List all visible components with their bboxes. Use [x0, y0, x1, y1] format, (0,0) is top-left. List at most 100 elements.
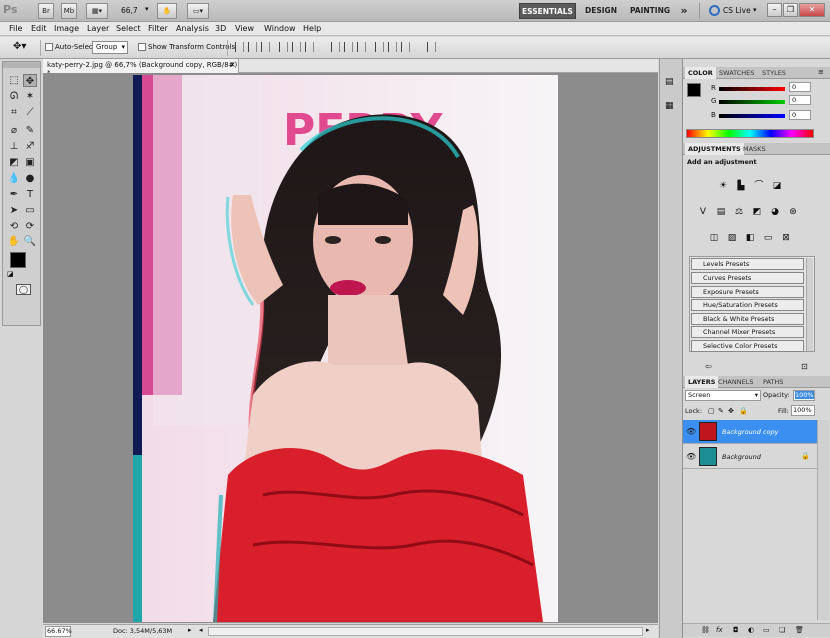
group-icon[interactable]: ▭: [763, 626, 770, 634]
posterize-icon[interactable]: ▨: [725, 232, 739, 244]
auto-align-icon[interactable]: [427, 42, 436, 52]
lock-all-icon[interactable]: 🔒: [739, 407, 748, 415]
threshold-icon[interactable]: ◧: [743, 232, 757, 244]
channel-b-input[interactable]: 0: [789, 110, 811, 120]
blend-mode-select[interactable]: Screen ▾: [685, 390, 761, 401]
exposure-icon[interactable]: ◪: [770, 180, 784, 192]
channel-mixer-icon[interactable]: ⊛: [786, 206, 800, 218]
lock-position-icon[interactable]: ✥: [728, 407, 734, 415]
3d-orbit-tool-icon[interactable]: ⟳: [23, 220, 37, 233]
hand-tool-button[interactable]: ✋: [157, 3, 177, 19]
dodge-tool-icon[interactable]: ●: [23, 172, 37, 185]
vibrance-icon[interactable]: V: [696, 206, 710, 218]
show-transform-checkbox[interactable]: [138, 43, 146, 51]
distribute-left-icon[interactable]: [375, 42, 384, 52]
mini-bridge-button[interactable]: Mb: [61, 3, 77, 19]
gradient-map-icon[interactable]: ▭: [761, 232, 775, 244]
brush-tool-icon[interactable]: ✎: [23, 124, 37, 137]
healing-brush-tool-icon[interactable]: ⌀: [7, 124, 21, 137]
preset-hue-saturation[interactable]: Hue/Saturation Presets: [691, 299, 804, 311]
tab-channels[interactable]: CHANNELS: [715, 376, 756, 388]
more-workspaces-button[interactable]: »: [677, 3, 691, 19]
lock-transparent-icon[interactable]: ▢: [708, 407, 715, 415]
zoom-tool-icon[interactable]: 🔍: [23, 235, 37, 248]
color-balance-icon[interactable]: ⚖: [732, 206, 746, 218]
align-left-icon[interactable]: [279, 42, 288, 52]
close-tab-icon[interactable]: ×: [229, 60, 236, 69]
tab-styles[interactable]: STYLES: [759, 67, 789, 79]
gradient-tool-icon[interactable]: ▣: [23, 156, 37, 169]
tab-adjustments[interactable]: ADJUSTMENTS: [685, 143, 744, 155]
menu-3d[interactable]: 3D: [215, 22, 226, 36]
workspace-essentials[interactable]: ESSENTIALS: [519, 3, 576, 19]
menu-filter[interactable]: Filter: [148, 22, 168, 36]
delete-layer-icon[interactable]: 🗑: [795, 626, 804, 634]
menu-window[interactable]: Window: [264, 22, 296, 36]
blur-tool-icon[interactable]: 💧: [7, 172, 21, 185]
tools-panel-header[interactable]: [3, 62, 40, 68]
tab-layers[interactable]: LAYERS: [685, 376, 719, 388]
tab-swatches[interactable]: SWATCHES: [716, 67, 757, 79]
type-tool-icon[interactable]: T: [23, 188, 37, 201]
close-button[interactable]: ✕: [799, 3, 825, 17]
align-hcenter-icon[interactable]: [292, 42, 301, 52]
align-vcenter-icon[interactable]: [248, 42, 257, 52]
preset-channel-mixer[interactable]: Channel Mixer Presets: [691, 326, 804, 338]
eye-icon[interactable]: 👁: [686, 427, 696, 436]
zoom-status-field[interactable]: 66.67%: [45, 626, 72, 637]
actions-panel-icon[interactable]: ▦: [665, 101, 677, 113]
arrange-documents-button[interactable]: ▭▾: [187, 3, 209, 19]
preset-selective-color[interactable]: Selective Color Presets: [691, 340, 804, 352]
tab-paths[interactable]: PATHS: [760, 376, 786, 388]
distribute-bottom-icon[interactable]: [357, 42, 366, 52]
layers-scrollbar[interactable]: [817, 420, 829, 620]
menu-view[interactable]: View: [235, 22, 254, 36]
layer-name[interactable]: Background: [722, 453, 761, 461]
black-white-icon[interactable]: ◩: [750, 206, 764, 218]
horizontal-scrollbar[interactable]: [208, 627, 643, 636]
foreground-color-chip[interactable]: [687, 83, 701, 97]
align-right-icon[interactable]: [305, 42, 314, 52]
history-panel-icon[interactable]: ▤: [665, 77, 677, 89]
auto-select-checkbox[interactable]: [45, 43, 53, 51]
return-to-list-icon[interactable]: ⇦: [705, 362, 712, 371]
channel-b-slider[interactable]: [719, 114, 785, 118]
levels-icon[interactable]: ▙: [734, 180, 748, 192]
opacity-input[interactable]: 100%: [793, 390, 815, 401]
preset-levels[interactable]: Levels Presets: [691, 258, 804, 270]
auto-select-dropdown[interactable]: Group ▾: [92, 41, 128, 54]
distribute-right-icon[interactable]: [401, 42, 410, 52]
bridge-button[interactable]: Br: [38, 3, 54, 19]
workspace-painting[interactable]: PAINTING: [626, 3, 674, 19]
clip-to-layer-icon[interactable]: ⊡: [801, 362, 808, 371]
lock-pixels-icon[interactable]: ✎: [718, 407, 724, 415]
foreground-color-swatch[interactable]: [10, 252, 26, 268]
layer-style-icon[interactable]: fx: [716, 626, 723, 634]
fill-input[interactable]: 100%: [791, 405, 815, 416]
adjustment-layer-icon[interactable]: ◐: [748, 626, 754, 634]
align-bottom-icon[interactable]: [261, 42, 270, 52]
canvas-area[interactable]: PERRY HI: [43, 73, 658, 623]
preset-curves[interactable]: Curves Presets: [691, 272, 804, 284]
distribute-top-icon[interactable]: [331, 42, 340, 52]
channel-r-input[interactable]: 0: [789, 82, 811, 92]
menu-file[interactable]: File: [9, 22, 22, 36]
status-menu-arrow-icon[interactable]: ▸: [188, 626, 192, 634]
shape-tool-icon[interactable]: ▭: [23, 204, 37, 217]
chevron-down-icon[interactable]: ▾: [145, 5, 149, 13]
eraser-tool-icon[interactable]: ◩: [7, 156, 21, 169]
distribute-vcenter-icon[interactable]: [344, 42, 353, 52]
menu-edit[interactable]: Edit: [31, 22, 47, 36]
workspace-design[interactable]: DESIGN: [582, 3, 620, 19]
path-selection-tool-icon[interactable]: ➤: [7, 204, 21, 217]
hand-tool-icon[interactable]: ✋: [7, 235, 21, 248]
channel-g-slider[interactable]: [719, 100, 785, 104]
preset-black-white[interactable]: Black & White Presets: [691, 313, 804, 325]
view-extras-button[interactable]: ▦▾: [86, 3, 108, 19]
move-tool-icon[interactable]: ✥: [23, 74, 37, 87]
marquee-tool-icon[interactable]: ⬚: [7, 74, 21, 87]
pen-tool-icon[interactable]: ✒: [7, 188, 21, 201]
color-spectrum-bar[interactable]: [686, 129, 814, 138]
layer-mask-icon[interactable]: ◘: [733, 626, 739, 634]
hue-saturation-icon[interactable]: ▤: [714, 206, 728, 218]
